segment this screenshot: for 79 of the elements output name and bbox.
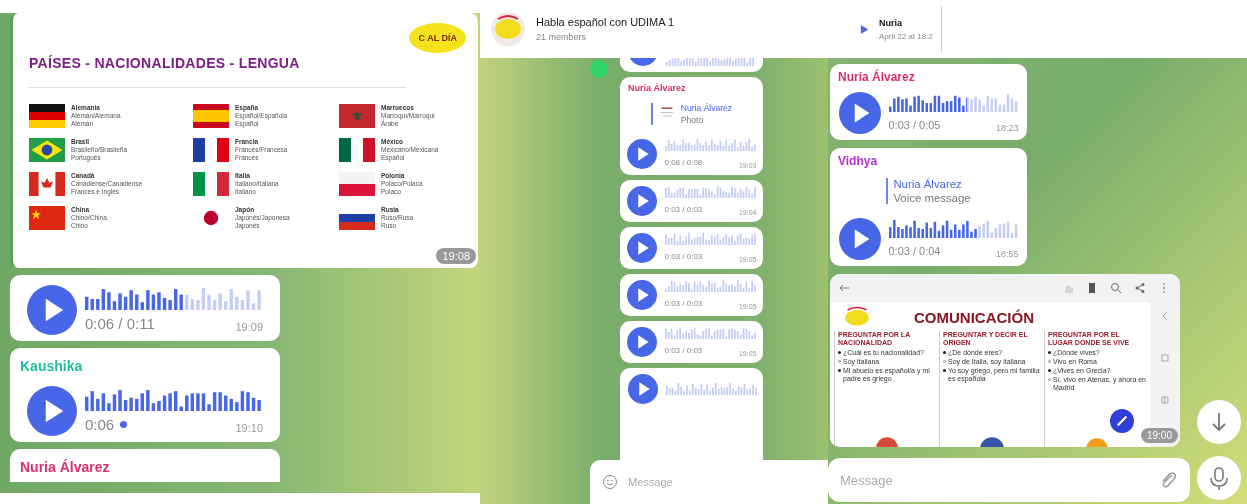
message-placeholder: Message <box>840 472 893 488</box>
voice-duration: 0:06 <box>85 416 115 433</box>
back-arrow-icon <box>838 282 850 294</box>
sender-name: Kaushika <box>20 358 83 374</box>
flag-icon <box>29 172 65 196</box>
square-icon <box>1159 352 1171 364</box>
share-icon <box>1134 282 1146 294</box>
sender-name: Nuria Álvarez <box>838 70 915 84</box>
reply-sender: Nuria Álvarez <box>680 103 733 113</box>
voice-duration: 0:03 / 0:03 <box>664 346 703 355</box>
reply-sender: Nuria Álvarez <box>893 178 963 190</box>
document-title: COMUNICACIÓN <box>914 308 1034 326</box>
play-button[interactable] <box>626 186 657 216</box>
message-time: 18:23 <box>995 122 1019 133</box>
play-button[interactable] <box>626 233 657 263</box>
voice-duration: 0:03 / 0:04 <box>888 244 941 257</box>
message-time: 18:55 <box>995 248 1019 259</box>
bullet-icon <box>838 369 841 372</box>
flag-icon <box>193 104 229 128</box>
flag-icon <box>29 138 65 162</box>
bullet-icon <box>838 351 841 354</box>
waveform-track[interactable] <box>85 287 263 310</box>
flag-icon <box>193 172 229 196</box>
grid-icon <box>1159 394 1171 406</box>
waveform-track[interactable] <box>888 219 1019 238</box>
document-icon <box>1086 282 1098 294</box>
scroll-down-button[interactable] <box>1196 400 1241 444</box>
waveform-track[interactable] <box>888 93 1019 112</box>
bullet-icon <box>943 351 946 354</box>
play-button[interactable] <box>626 327 657 357</box>
hand-icon <box>1062 282 1074 294</box>
play-button[interactable] <box>838 218 881 260</box>
voice-duration: 0:06 / 0:11 <box>85 315 155 332</box>
play-button[interactable] <box>27 386 77 436</box>
play-icon <box>860 23 869 35</box>
chat-title: Habla español con UDIMA 1 <box>536 16 675 28</box>
flag-icon <box>339 104 375 128</box>
bullet-icon <box>943 369 946 372</box>
bullet-icon <box>1048 351 1051 354</box>
reply-quote[interactable]: Nuria Álvarez Photo <box>650 103 733 125</box>
flag-icon <box>29 206 65 230</box>
flag-icon <box>29 104 65 128</box>
bullet-icon <box>1048 369 1051 372</box>
play-button[interactable] <box>27 285 77 335</box>
pinned-date: April 22 at 18:2 <box>879 31 933 41</box>
poster-title: PAÍSES - NACIONALIDADES - LENGUA <box>29 55 300 73</box>
flag-icon <box>339 138 375 162</box>
voice-duration: 0:08 / 0:08 <box>664 158 703 167</box>
flag-icon <box>339 172 375 196</box>
group-avatar-icon[interactable] <box>490 11 526 47</box>
reply-text: Photo <box>680 115 705 125</box>
flag-icon <box>193 138 229 162</box>
voice-duration: 0:03 / 0:05 <box>888 118 941 131</box>
message-time: 19:09 <box>235 320 263 333</box>
reply-text: Voice message <box>893 192 971 204</box>
logo: C AL DÍA <box>409 23 466 53</box>
pinned-message[interactable]: Nuria April 22 at 18:2 <box>860 6 942 52</box>
play-button[interactable] <box>628 374 658 404</box>
voice-duration: 0:03 / 0:03 <box>664 252 703 261</box>
message-placeholder: Message <box>628 476 673 488</box>
voice-duration: 0:03 / 0:03 <box>664 299 703 308</box>
sender-name: Nuria Álvarez <box>628 83 686 93</box>
play-button[interactable] <box>838 92 881 134</box>
search-icon <box>1110 282 1122 294</box>
member-count: 21 members <box>536 32 588 42</box>
microphone-button[interactable] <box>1196 456 1241 500</box>
play-button[interactable] <box>626 280 657 310</box>
pencil-button[interactable] <box>1110 409 1134 433</box>
message-time: 19:10 <box>235 421 263 434</box>
voice-duration: 0:03 / 0:03 <box>664 205 703 214</box>
message-time: 19:08 <box>436 248 476 264</box>
play-button[interactable] <box>626 139 657 169</box>
sender-name: Nuria Álvarez <box>20 459 110 475</box>
pinned-sender: Nuria <box>879 17 903 28</box>
emoji-icon[interactable] <box>602 474 618 490</box>
reply-quote[interactable]: Nuria Álvarez Voice message <box>886 178 971 204</box>
image-message[interactable] <box>830 274 1180 447</box>
sender-name: Vidhya <box>838 154 878 168</box>
image-message[interactable] <box>10 13 478 268</box>
